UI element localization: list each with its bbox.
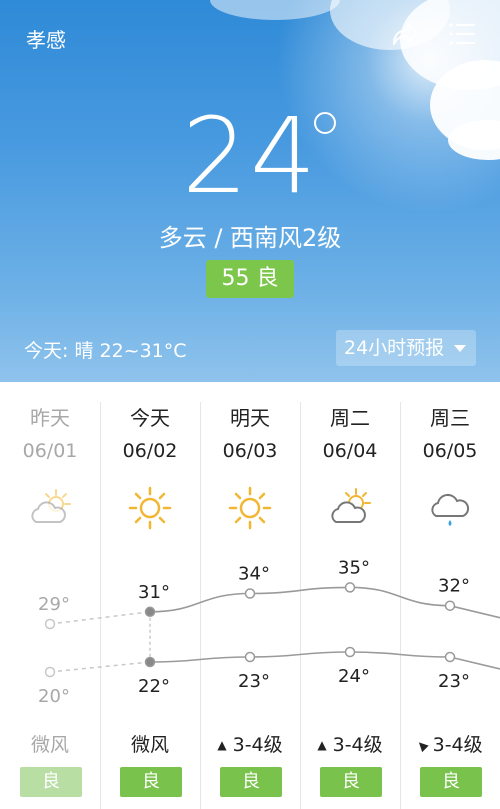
- high-temp-label: 32°: [438, 576, 470, 597]
- chevron-down-icon: [454, 345, 466, 352]
- degree-symbol: [314, 112, 336, 134]
- high-temp-label: 31°: [138, 582, 170, 603]
- hourly-forecast-button[interactable]: 24小时预报: [336, 330, 476, 366]
- city-name[interactable]: 孝感: [26, 24, 66, 53]
- low-temp-point: [444, 651, 456, 663]
- aqi-badge[interactable]: 55 良: [206, 260, 294, 298]
- low-temp-point: [244, 651, 256, 663]
- menu-icon[interactable]: [446, 18, 478, 50]
- high-temp-label: 34°: [238, 564, 270, 585]
- hourly-forecast-label: 24小时预报: [344, 337, 445, 359]
- daily-forecast: 昨天 06/01 微风 良 今天 06/02 微风 良 明天 06/03 ▲ 3…: [0, 382, 500, 809]
- low-temp-label: 24°: [338, 666, 370, 687]
- low-temp-point: [44, 666, 56, 678]
- low-temp-point: [344, 646, 356, 658]
- weather-condition: 多云 / 西南风2级: [158, 224, 342, 252]
- share-icon[interactable]: [388, 18, 420, 50]
- low-temp-label: 23°: [238, 671, 270, 692]
- temperature-chart: 29° 31° 34° 35° 32° 20° 22° 23° 24° 23°: [38, 557, 500, 707]
- low-temp-label: 23°: [438, 671, 470, 692]
- high-temp-label: 29°: [38, 594, 70, 615]
- current-weather-panel: 孝感 24 多云 / 西南风2级 55 良 今天: 晴 22~31°C 24小时…: [0, 0, 500, 382]
- high-temp-point: [144, 606, 156, 618]
- high-temp-label: 35°: [338, 557, 370, 578]
- temperature-value: 24: [181, 95, 319, 217]
- high-temp-point: [44, 618, 56, 630]
- low-temp-point: [144, 656, 156, 668]
- high-temp-point: [244, 588, 256, 599]
- current-temperature: 24: [0, 96, 500, 216]
- low-temp-label: 22°: [138, 676, 170, 697]
- high-temp-point: [344, 582, 356, 593]
- today-summary: 今天: 晴 22~31°C: [24, 340, 187, 362]
- high-temp-point: [444, 600, 456, 611]
- low-temp-past-segment: [49, 661, 151, 673]
- low-temp-label: 20°: [38, 686, 70, 707]
